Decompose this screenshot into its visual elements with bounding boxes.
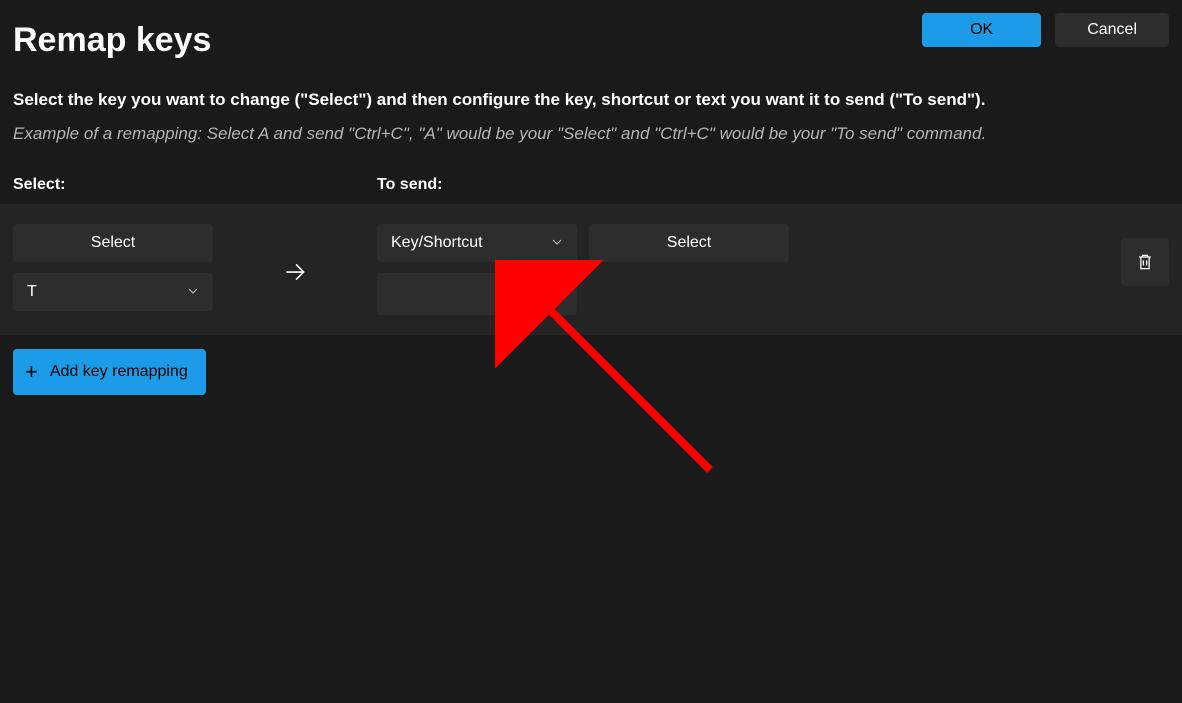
key-dropdown[interactable]: T [13,273,213,311]
description-text: Select the key you want to change ("Sele… [13,90,1169,110]
chevron-down-icon [551,236,563,251]
key-dropdown-value: T [27,283,37,301]
delete-remapping-button[interactable] [1121,238,1169,286]
send-type-value: Key/Shortcut [391,234,483,252]
column-header-select: Select: [13,176,377,194]
chevron-down-icon [187,285,199,300]
select-target-button[interactable]: Select [589,224,789,262]
select-key-button[interactable]: Select [13,224,213,262]
description-example: Example of a remapping: Select A and sen… [13,124,1169,144]
send-type-dropdown[interactable]: Key/Shortcut [377,224,577,262]
add-remapping-button[interactable]: + Add key remapping [13,349,206,395]
plus-icon: + [25,359,38,385]
ok-button[interactable]: OK [922,13,1041,47]
column-header-to-send: To send: [377,176,1169,194]
arrow-right-icon [282,259,308,285]
remapping-row: Select T Key/Shortcut [0,204,1182,335]
page-title: Remap keys [13,21,211,60]
add-remapping-label: Add key remapping [50,363,188,381]
target-key-dropdown[interactable] [377,273,577,315]
cancel-button[interactable]: Cancel [1055,13,1169,47]
trash-icon [1135,252,1155,272]
